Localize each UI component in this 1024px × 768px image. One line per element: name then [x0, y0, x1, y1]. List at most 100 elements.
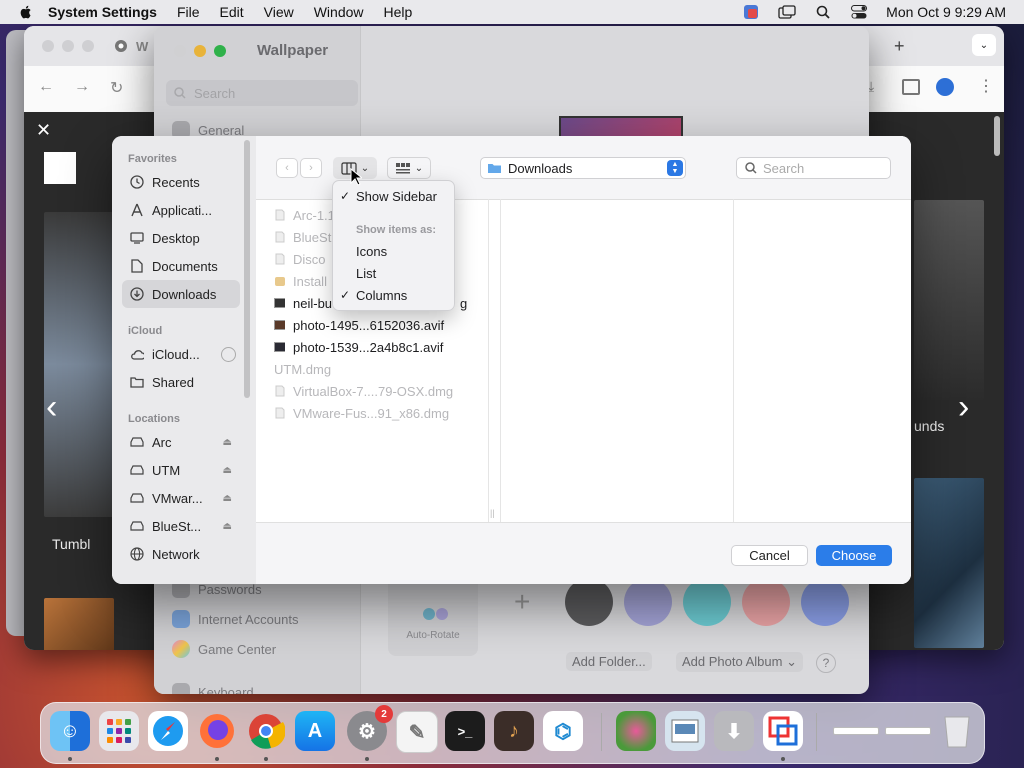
menu-item-show-sidebar[interactable]: ✓ Show Sidebar [340, 189, 437, 204]
minimize-dot[interactable] [62, 40, 74, 52]
sidebar-item-recents[interactable]: Recents [122, 168, 240, 196]
search-icon[interactable] [814, 4, 832, 20]
file-item[interactable]: photo-1539...2a4b8c1.avif [274, 336, 443, 358]
menu-item-columns[interactable]: ✓ Columns [340, 288, 407, 303]
browser-scrollbar[interactable] [994, 116, 1000, 156]
help-button[interactable]: ? [816, 653, 836, 673]
chrome-icon[interactable] [246, 711, 286, 751]
sidebar-item-vmware[interactable]: VMwar... ⏏ [122, 484, 240, 512]
sidebar-item-arc[interactable]: Arc ⏏ [122, 428, 240, 456]
parallels-icon[interactable] [763, 711, 803, 751]
photo-card-right[interactable] [914, 200, 984, 400]
file-item[interactable]: BlueSt [274, 226, 331, 248]
menu-file[interactable]: File [177, 4, 200, 20]
chevron-down-icon[interactable]: ⌄ [972, 34, 996, 56]
file-item[interactable]: UTM.dmg [274, 358, 331, 380]
settings-search[interactable]: Search [166, 80, 358, 106]
eject-icon[interactable]: ⏏ [223, 493, 232, 504]
menu-app-name[interactable]: System Settings [48, 4, 157, 20]
sidebar-item-network[interactable]: Network [122, 540, 240, 568]
control-center-icon[interactable] [850, 4, 868, 20]
forward-arrow-icon[interactable]: → [74, 78, 90, 96]
file-item[interactable]: Arc-1.1 [274, 204, 335, 226]
launchpad-icon[interactable] [99, 711, 139, 751]
carousel-next-icon[interactable]: › [958, 388, 969, 427]
safari-icon[interactable] [148, 711, 188, 751]
color-swatch-1[interactable] [565, 578, 613, 626]
color-swatch-2[interactable] [624, 578, 672, 626]
menu-item-icons[interactable]: Icons [356, 244, 387, 259]
choose-button[interactable]: Choose [816, 545, 892, 566]
back-arrow-icon[interactable]: ← [38, 78, 54, 96]
sidebar-item-internet-accounts[interactable]: Internet Accounts [172, 608, 298, 630]
auto-rotate-tile[interactable]: Auto-Rotate [388, 576, 478, 656]
app-store-icon[interactable]: A [295, 711, 335, 751]
system-settings-icon[interactable]: ⚙ 2 [347, 705, 393, 751]
sidebar-item-utm[interactable]: UTM ⏏ [122, 456, 240, 484]
apple-icon[interactable] [18, 4, 34, 20]
eject-icon[interactable]: ⏏ [223, 521, 232, 532]
photo-card-left-2[interactable] [44, 598, 114, 650]
group-button[interactable]: ⌄ [387, 157, 431, 179]
sidebar-item-applications[interactable]: Applicati... [122, 196, 240, 224]
close-icon[interactable]: ✕ [36, 120, 51, 141]
installer-icon[interactable]: ⬇ [714, 711, 754, 751]
menu-help[interactable]: Help [384, 4, 413, 20]
sidebar-scrollbar[interactable] [244, 140, 250, 398]
sidebar-item-icloud-drive[interactable]: iCloud... [122, 340, 240, 368]
close-dot[interactable] [42, 40, 54, 52]
color-swatch-4[interactable] [742, 578, 790, 626]
file-item[interactable]: VirtualBox-7....79-OSX.dmg [274, 380, 453, 402]
cancel-button[interactable]: Cancel [731, 545, 808, 566]
menu-clock[interactable]: Mon Oct 9 9:29 AM [886, 4, 1006, 20]
sidebar-item-downloads[interactable]: Downloads [122, 280, 240, 308]
add-photo-album-button[interactable]: Add Photo Album ⌄ [676, 652, 803, 672]
sidebar-item-documents[interactable]: Documents [122, 252, 240, 280]
file-item[interactable]: Disco [274, 248, 326, 270]
settings-minimize-dot[interactable] [194, 45, 206, 57]
sidebar-toggle-icon[interactable] [902, 79, 920, 95]
new-tab-icon[interactable]: + [894, 36, 905, 57]
minimized-window-1[interactable] [831, 711, 881, 751]
file-item[interactable]: VMware-Fus...91_x86.dmg [274, 402, 449, 424]
photo-app-icon[interactable] [616, 711, 656, 751]
reload-icon[interactable]: ↻ [110, 78, 123, 98]
photo-card-left[interactable] [44, 212, 114, 517]
profile-icon[interactable] [936, 78, 954, 96]
window-icon[interactable] [778, 4, 796, 20]
menu-item-list[interactable]: List [356, 266, 376, 281]
sidebar-item-game-center[interactable]: Game Center [172, 638, 276, 660]
sidebar-item-desktop[interactable]: Desktop [122, 224, 240, 252]
color-swatch-5[interactable] [801, 578, 849, 626]
more-menu-icon[interactable]: ⋮ [978, 76, 994, 96]
carousel-prev-icon[interactable]: ‹ [46, 388, 57, 427]
menu-view[interactable]: View [264, 4, 294, 20]
translate-icon[interactable] [742, 4, 760, 20]
finder-icon[interactable]: ☺ [50, 711, 90, 751]
menu-edit[interactable]: Edit [220, 4, 244, 20]
location-popup[interactable]: Downloads ▲ ▼ [480, 157, 686, 179]
trash-icon[interactable] [937, 711, 977, 751]
menu-window[interactable]: Window [314, 4, 364, 20]
eject-icon[interactable]: ⏏ [223, 465, 232, 476]
preview-icon[interactable] [665, 711, 705, 751]
settings-close-dot[interactable] [174, 45, 186, 57]
terminal-icon[interactable]: >_ [445, 711, 485, 751]
firefox-icon[interactable] [197, 711, 237, 751]
file-item[interactable]: photo-1495...6152036.avif [274, 314, 444, 336]
sidebar-item-bluestacks[interactable]: BlueSt... ⏏ [122, 512, 240, 540]
settings-zoom-dot[interactable] [214, 45, 226, 57]
minimized-window-2[interactable] [883, 711, 933, 751]
garageband-icon[interactable]: ♪ [494, 711, 534, 751]
vscode-icon[interactable]: ⌬ [543, 711, 583, 751]
column-resize-handle[interactable]: || [490, 508, 495, 518]
textedit-icon[interactable]: ✎ [396, 711, 438, 753]
forward-button[interactable]: › [300, 158, 322, 178]
back-button[interactable]: ‹ [276, 158, 298, 178]
sidebar-item-keyboard[interactable]: Keyboard [172, 681, 254, 694]
color-swatch-3[interactable] [683, 578, 731, 626]
browser-tab-label[interactable]: W [136, 39, 148, 54]
dialog-search-field[interactable]: Search [736, 157, 891, 179]
eject-icon[interactable]: ⏏ [223, 437, 232, 448]
add-wallpaper-icon[interactable]: + [514, 586, 530, 618]
